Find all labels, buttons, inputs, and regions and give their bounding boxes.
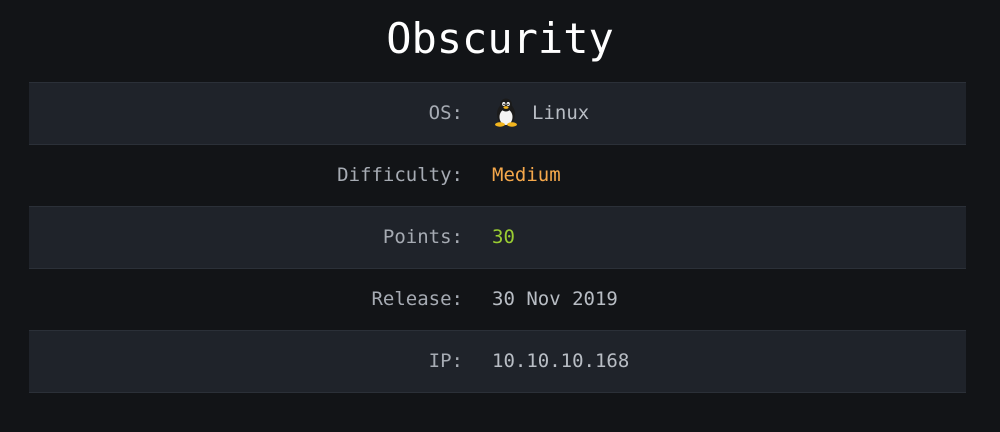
machine-info-table: OS: Linux Difficulty: Medium Points: 30 … — [29, 82, 966, 393]
info-row-os: OS: Linux — [29, 83, 966, 145]
linux-penguin-icon — [495, 98, 517, 127]
os-value: Linux — [532, 102, 590, 124]
machine-title: Obscurity — [386, 14, 614, 63]
info-row-ip: IP: 10.10.10.168 — [29, 331, 966, 393]
release-label: Release: — [371, 288, 463, 310]
points-label: Points: — [382, 226, 463, 248]
release-value: 30 Nov 2019 — [492, 288, 618, 310]
os-value-cell: Linux — [492, 83, 589, 144]
os-label: OS: — [428, 102, 463, 124]
points-value: 30 — [492, 226, 515, 248]
info-row-release: Release: 30 Nov 2019 — [29, 269, 966, 331]
difficulty-label: Difficulty: — [337, 164, 463, 186]
ip-value: 10.10.10.168 — [492, 350, 630, 372]
info-row-difficulty: Difficulty: Medium — [29, 145, 966, 207]
difficulty-value: Medium — [492, 164, 561, 186]
ip-label: IP: — [428, 350, 463, 372]
info-row-points: Points: 30 — [29, 207, 966, 269]
